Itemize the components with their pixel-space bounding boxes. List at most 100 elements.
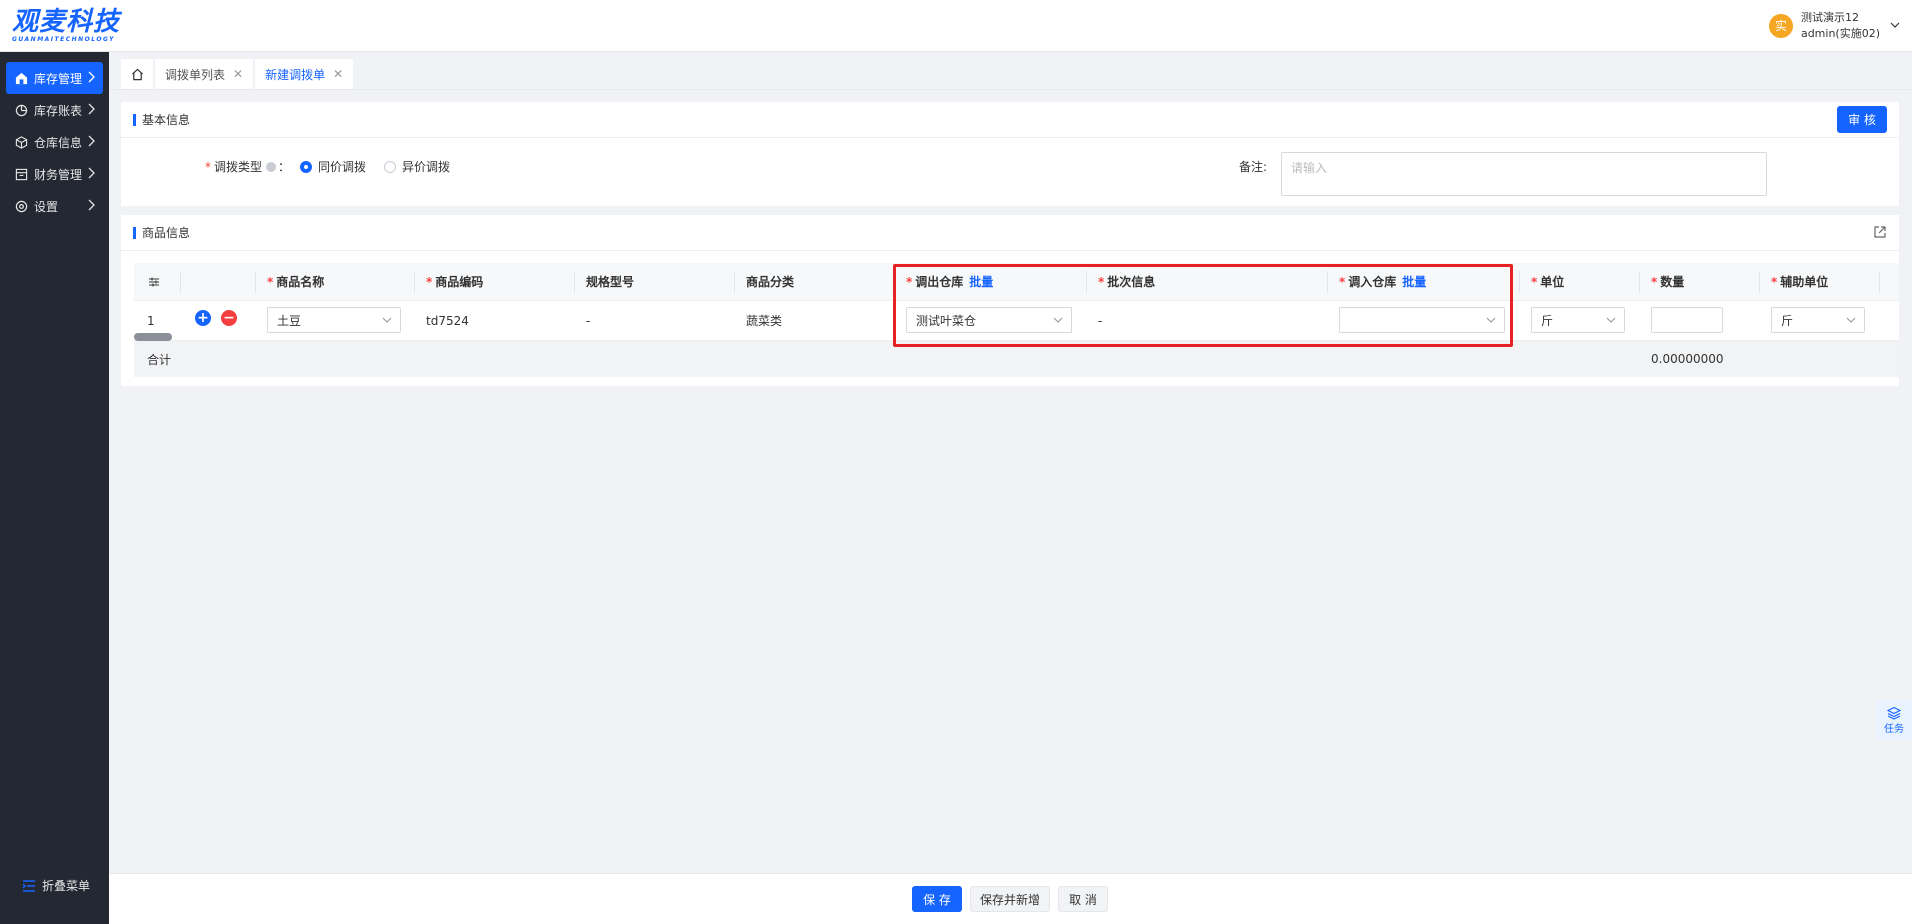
sidebar-item-settings[interactable]: 设置 (6, 190, 103, 222)
section-marker (133, 226, 136, 239)
chevron-down-icon (1486, 314, 1496, 328)
section-marker (133, 113, 136, 126)
chevron-down-icon[interactable] (1890, 19, 1900, 33)
table-row: 1 + − 土豆 td7524 - 蔬菜类 测试叶菜仓 - 斤 斤 (134, 301, 1899, 341)
close-icon[interactable]: ✕ (333, 67, 343, 81)
chevron-down-icon (1846, 314, 1856, 328)
column-header-out-warehouse: * 调出仓库 批量 (906, 273, 994, 290)
cancel-button[interactable]: 取 消 (1058, 886, 1108, 912)
sidebar-item-label: 库存账表 (34, 103, 83, 118)
select-value: 斤 (1541, 313, 1554, 328)
in-warehouse-select[interactable] (1339, 307, 1505, 333)
radio-dot (384, 160, 397, 173)
footer-actions: 保 存 保存并新增 取 消 (109, 873, 1912, 924)
chevron-right-icon (87, 71, 95, 86)
batch-info: - (1098, 313, 1103, 328)
gear-icon (14, 199, 28, 213)
column-header-aux-unit: * 辅助单位 (1771, 274, 1829, 290)
column-header-batch: * 批次信息 (1098, 274, 1156, 290)
tab-new-transfer[interactable]: 新建调拨单 ✕ (255, 59, 354, 89)
column-header-unit: * 单位 (1531, 274, 1565, 290)
collapse-menu-button[interactable]: 折叠菜单 (22, 877, 90, 894)
user-account: admin(实施02) (1800, 27, 1880, 40)
tab-label: 调拨单列表 (165, 67, 226, 82)
sidebar-item-inventory[interactable]: 库存管理 (6, 62, 103, 94)
sidebar-item-warehouse-info[interactable]: 仓库信息 (6, 126, 103, 158)
user-menu[interactable]: 实 测试演示12 admin(实施02) (1768, 10, 1900, 42)
column-divider (1759, 271, 1760, 293)
top-header: 观麦科技 GUANMAITECHNOLOGY 实 测试演示12 admin(实施… (0, 0, 1912, 52)
close-icon[interactable]: ✕ (233, 67, 243, 81)
select-value: 斤 (1781, 313, 1794, 328)
goods-info-header: 商品信息 (121, 215, 1899, 251)
audit-button[interactable]: 审 核 (1837, 106, 1887, 133)
transfer-type-label: 调拨类型 (214, 160, 263, 174)
export-icon[interactable] (1873, 225, 1887, 242)
basic-info-header: 基本信息 (121, 102, 1899, 138)
column-settings-icon[interactable] (148, 263, 160, 300)
out-warehouse-select[interactable]: 测试叶菜仓 (906, 307, 1072, 333)
bulk-in-warehouse-link[interactable]: 批量 (1402, 273, 1426, 290)
radio-label: 同价调拨 (318, 160, 367, 174)
bulk-out-warehouse-link[interactable]: 批量 (969, 273, 993, 290)
product-category: 蔬菜类 (746, 314, 783, 328)
basic-form-row: * 调拨类型 ： 同价调拨 异价调拨 备注: (121, 138, 1899, 204)
tab-transfer-list[interactable]: 调拨单列表 ✕ (155, 59, 254, 89)
tab-home[interactable] (121, 59, 153, 89)
user-name: 测试演示12 (1800, 11, 1859, 24)
chevron-right-icon (87, 103, 95, 118)
avatar: 实 (1768, 14, 1793, 38)
column-header-name: * 商品名称 (267, 274, 325, 290)
logo-text: 观麦科技 (12, 7, 121, 37)
column-header-spec: 规格型号 (586, 275, 635, 289)
chevron-down-icon (1606, 314, 1616, 328)
sidebar-item-inventory-ledger[interactable]: 库存账表 (6, 94, 103, 126)
drag-handle[interactable] (134, 333, 172, 341)
brand-logo[interactable]: 观麦科技 GUANMAITECHNOLOGY (12, 8, 120, 44)
save-and-new-button[interactable]: 保存并新增 (970, 886, 1050, 912)
chevron-right-icon (87, 167, 95, 182)
column-divider (1879, 271, 1880, 293)
chevron-down-icon (382, 314, 392, 328)
remark-label: 备注: (1239, 160, 1268, 174)
column-divider (1327, 271, 1328, 293)
task-float-button[interactable]: 任务 (1876, 700, 1912, 740)
column-divider (894, 271, 895, 293)
sidebar-item-label: 仓库信息 (34, 135, 83, 150)
radio-diff-price[interactable]: 异价调拨 (384, 158, 450, 175)
home-warehouse-icon (14, 71, 28, 85)
goods-table: * 商品名称 * 商品编码 规格型号 商品分类 * 调出仓库 批量 * 批次信息 * 调入仓… (134, 263, 1899, 377)
chevron-right-icon (87, 135, 95, 150)
sidebar-item-label: 库存管理 (34, 71, 83, 86)
radio-label: 异价调拨 (402, 160, 451, 174)
column-divider (574, 271, 575, 293)
column-header-category: 商品分类 (746, 275, 795, 289)
pie-chart-icon (14, 103, 28, 117)
column-divider (1086, 271, 1087, 293)
menu-fold-icon (22, 879, 36, 892)
tab-divider (109, 89, 1912, 90)
radio-dot (300, 160, 313, 173)
help-icon[interactable] (266, 161, 277, 172)
label-colon: ： (278, 160, 291, 174)
total-label: 合计 (147, 352, 172, 367)
logo-subtext: GUANMAITECHNOLOGY (12, 36, 116, 43)
select-value: 测试叶菜仓 (916, 313, 977, 328)
radio-same-price[interactable]: 同价调拨 (300, 158, 366, 175)
tab-label: 新建调拨单 (265, 67, 326, 82)
product-name-select[interactable]: 土豆 (267, 307, 401, 333)
save-button[interactable]: 保 存 (912, 886, 962, 912)
remove-row-button[interactable]: − (221, 310, 237, 326)
basic-info-panel: 基本信息 审 核 * 调拨类型 ： 同价调拨 异价调拨 备注: (121, 102, 1899, 206)
section-title: 商品信息 (142, 226, 191, 240)
add-row-button[interactable]: + (195, 310, 211, 326)
aux-unit-select[interactable]: 斤 (1771, 307, 1865, 333)
sidebar-item-finance[interactable]: 财务管理 (6, 158, 103, 190)
user-info: 测试演示12 admin(实施02) (1801, 10, 1880, 42)
cube-icon (14, 135, 28, 149)
remark-input[interactable] (1281, 152, 1767, 196)
chevron-right-icon (87, 199, 95, 214)
quantity-input[interactable] (1651, 307, 1723, 333)
unit-select[interactable]: 斤 (1531, 307, 1625, 333)
column-divider (1519, 271, 1520, 293)
